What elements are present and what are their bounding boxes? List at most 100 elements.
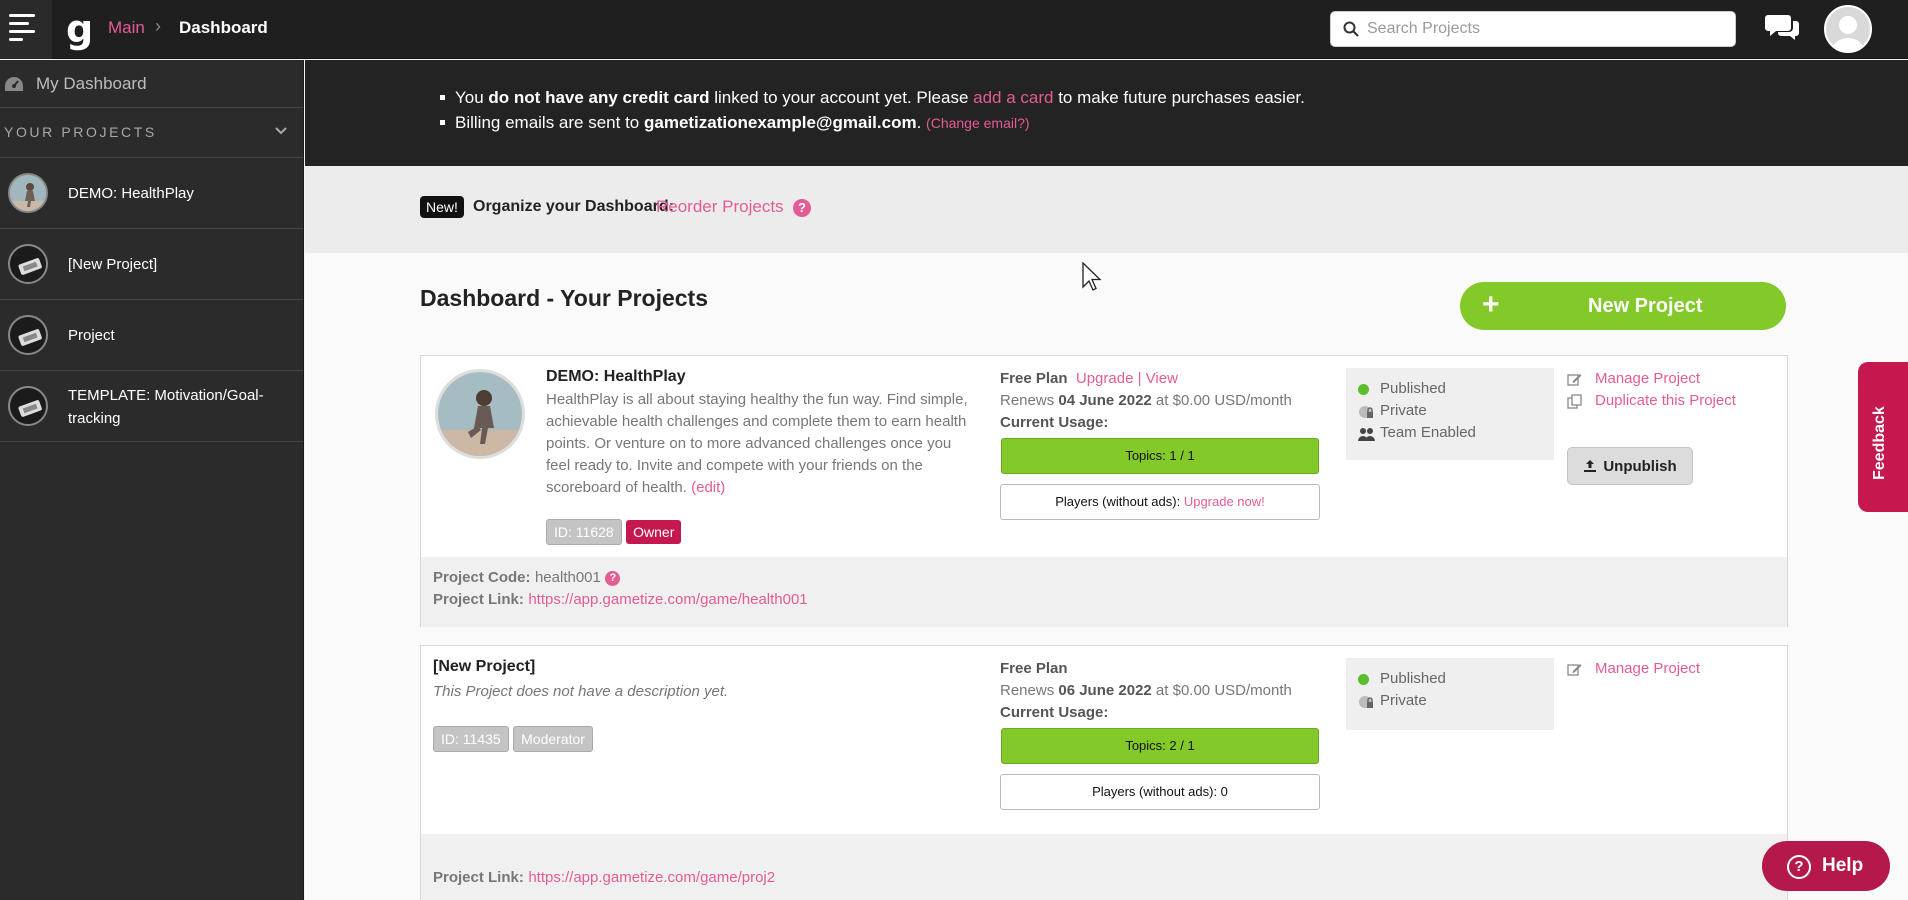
project-description: HealthPlay is all about staying healthy … <box>546 391 968 496</box>
plan-label: Free Plan <box>1000 660 1068 677</box>
sidebar-item-dashboard[interactable]: My Dashboard <box>0 60 303 108</box>
team-icon <box>1358 428 1375 441</box>
new-project-button[interactable]: + New Project <box>1460 282 1786 330</box>
project-avatar[interactable] <box>435 369 525 459</box>
topics-usage-bar: Topics: 2 / 1 <box>1001 728 1319 764</box>
sidebar-item-label: TEMPLATE: Motivation/Goal-tracking <box>68 387 264 427</box>
search-input[interactable] <box>1367 16 1727 42</box>
billing-email-notice: Billing emails are sent to gametizatione… <box>440 110 1305 136</box>
globe-lock-icon <box>1359 406 1373 418</box>
project-footer: Project Code: health001 ? Project Link: … <box>421 557 1787 627</box>
sidebar-item-healthplay[interactable]: DEMO: HealthPlay <box>0 158 303 229</box>
role-tag: Owner <box>626 520 682 544</box>
project-name: [New Project] <box>433 658 536 675</box>
credit-card-notice: You do not have any credit card linked t… <box>440 85 1305 110</box>
project-link-url[interactable]: https://app.gametize.com/game/proj2 <box>528 869 775 886</box>
project-actions: Manage Project <box>1567 658 1700 680</box>
project-card-healthplay: DEMO: HealthPlay HealthPlay is all about… <box>420 355 1788 627</box>
usage-label: Current Usage: <box>1000 414 1109 431</box>
dashboard-gauge-icon <box>5 77 23 91</box>
sidebar: My Dashboard YOUR PROJECTS DEMO: HealthP… <box>0 60 304 900</box>
reorder-banner: New! Organize your Dashboard: Reorder Pr… <box>305 166 1908 253</box>
billing-notice: You do not have any credit card linked t… <box>305 60 1908 166</box>
project-id-tag: ID: 11435 <box>433 726 509 752</box>
renewal-text: Renews 04 June 2022 at $0.00 USD/month <box>1000 392 1292 409</box>
manage-project-link[interactable]: Manage Project <box>1567 368 1736 390</box>
page-title: Dashboard - Your Projects <box>420 285 708 311</box>
project-link-label: Project Link: <box>433 869 524 886</box>
sidebar-item-template[interactable]: TEMPLATE: Motivation/Goal-tracking <box>0 371 303 442</box>
plan-label: Free Plan <box>1000 370 1068 387</box>
breadcrumb-main[interactable]: Main <box>108 18 145 38</box>
role-tag: Moderator <box>513 726 593 752</box>
sidebar-item-label: DEMO: HealthPlay <box>68 185 194 202</box>
project-footer: Project Link: https://app.gametize.com/g… <box>421 834 1787 900</box>
status-published: Published <box>1358 378 1542 400</box>
project-card-new-project: [New Project] This Project does not have… <box>420 645 1788 900</box>
project-actions: Manage Project Duplicate this Project <box>1567 368 1736 412</box>
status-private: Private <box>1358 690 1542 712</box>
menu-icon[interactable] <box>0 0 52 59</box>
project-link-url[interactable]: https://app.gametize.com/game/health001 <box>528 591 807 608</box>
breadcrumb-current: Dashboard <box>179 18 268 37</box>
change-email-link[interactable]: (Change email?) <box>926 115 1030 131</box>
feedback-tab[interactable]: Feedback <box>1858 362 1908 512</box>
upload-icon <box>1584 459 1597 472</box>
manage-project-link[interactable]: Manage Project <box>1567 658 1700 680</box>
sidebar-item-label: [New Project] <box>68 256 158 273</box>
upgrade-link[interactable]: Upgrade <box>1076 370 1134 387</box>
edit-description-link[interactable]: (edit) <box>691 479 725 496</box>
project-link-label: Project Link: <box>433 591 524 608</box>
search-icon <box>1343 21 1359 37</box>
reorder-projects-link[interactable]: Reorder Projects <box>656 197 784 217</box>
usage-label: Current Usage: <box>1000 704 1109 721</box>
help-button[interactable]: ? Help <box>1762 841 1890 891</box>
project-status: Published Private Team Enabled <box>1346 368 1554 460</box>
add-card-link[interactable]: add a card <box>973 88 1053 107</box>
project-name: DEMO: HealthPlay <box>546 368 686 385</box>
search-box[interactable] <box>1330 11 1736 47</box>
main-content: Dashboard - Your Projects + New Project … <box>305 253 1908 900</box>
project-thumbnail <box>8 386 48 426</box>
players-usage-box: Players (without ads): 0 <box>1000 774 1320 810</box>
user-avatar[interactable] <box>1824 5 1872 53</box>
view-plan-link[interactable]: View <box>1146 370 1178 387</box>
project-id-tag: ID: 11628 <box>546 519 622 545</box>
project-code-label: Project Code: <box>433 569 531 586</box>
sidebar-item-project[interactable]: Project <box>0 300 303 371</box>
help-question-icon[interactable]: ? <box>793 199 811 217</box>
edit-icon <box>1567 664 1582 676</box>
chevron-right-icon: › <box>155 16 161 36</box>
status-published: Published <box>1358 668 1542 690</box>
gametize-logo[interactable]: g <box>66 9 98 49</box>
sidebar-item-new-project[interactable]: [New Project] <box>0 229 303 300</box>
chat-icon[interactable] <box>1764 12 1800 42</box>
project-thumbnail <box>8 315 48 355</box>
copy-icon <box>1567 394 1582 409</box>
project-status: Published Private <box>1346 658 1554 730</box>
plan-info: Free Plan Upgrade | View Renews 04 June … <box>1000 370 1292 431</box>
unpublish-button[interactable]: Unpublish <box>1567 447 1693 485</box>
chevron-down-icon <box>275 127 287 135</box>
plan-info: Free Plan Renews 06 June 2022 at $0.00 U… <box>1000 658 1292 724</box>
new-badge: New! <box>420 196 464 218</box>
renewal-text: Renews 06 June 2022 at $0.00 USD/month <box>1000 682 1292 699</box>
help-question-icon[interactable]: ? <box>605 571 621 586</box>
your-projects-toggle[interactable]: YOUR PROJECTS <box>0 108 303 158</box>
sidebar-dashboard-label: My Dashboard <box>36 74 147 93</box>
duplicate-project-link[interactable]: Duplicate this Project <box>1567 390 1736 412</box>
help-question-icon: ? <box>1787 855 1811 879</box>
topics-usage-bar: Topics: 1 / 1 <box>1001 438 1319 474</box>
edit-icon <box>1567 374 1582 386</box>
your-projects-heading: YOUR PROJECTS <box>4 124 157 140</box>
mouse-cursor-icon <box>1082 262 1102 291</box>
upgrade-now-link[interactable]: Upgrade now! <box>1184 494 1265 509</box>
top-bar: g Main › Dashboard <box>0 0 1908 59</box>
billing-email: gametizationexample@gmail.com <box>643 113 917 132</box>
status-private: Private <box>1358 400 1542 422</box>
sidebar-item-label: Project <box>68 327 115 344</box>
project-thumbnail <box>8 244 48 284</box>
globe-lock-icon <box>1359 696 1373 708</box>
players-usage-box: Players (without ads): Upgrade now! <box>1000 484 1320 520</box>
project-code-value: health001 <box>534 569 601 586</box>
